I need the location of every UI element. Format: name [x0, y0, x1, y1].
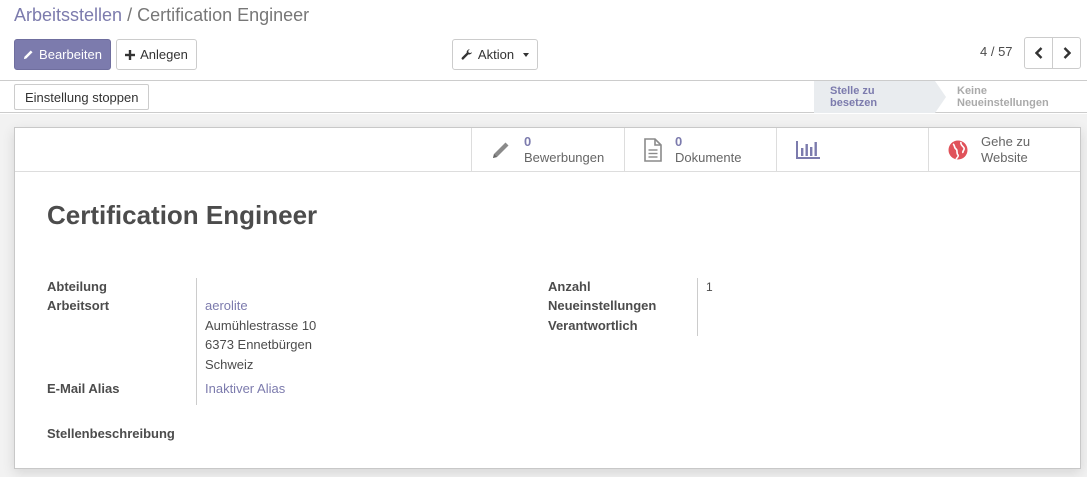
applications-label: Bewerbungen	[524, 150, 605, 165]
go-to-website-smart-button[interactable]: Gehe zu Website	[928, 128, 1081, 172]
globe-icon	[947, 139, 969, 161]
hires-label-line1: Anzahl	[548, 279, 591, 294]
edit-button-label: Bearbeiten	[39, 47, 102, 62]
documents-smart-button[interactable]: 0 Dokumente	[624, 128, 777, 172]
left-group-separator	[196, 278, 197, 405]
stop-recruiting-button[interactable]: Einstellung stoppen	[14, 84, 150, 110]
pencil-icon	[23, 49, 34, 60]
stage-no-recruitment[interactable]: Keine Neueinstellungen	[935, 81, 1087, 113]
location-label: Arbeitsort	[47, 298, 110, 313]
status-bar: Stelle zu besetzen Keine Neueinstellunge…	[814, 81, 1087, 113]
applications-count: 0	[524, 134, 532, 149]
email-alias-label: E-Mail Alias	[47, 381, 120, 396]
address-line-1: Aumühlestrasse 10	[205, 318, 317, 333]
pager-next-button[interactable]	[1052, 37, 1081, 69]
address-line-2: 6373 Ennetbürgen	[205, 337, 312, 352]
pager-previous-button[interactable]	[1024, 37, 1053, 69]
go-to-website-line1: Gehe zu	[981, 134, 1031, 149]
email-alias-link[interactable]: Inaktiver Alias	[205, 379, 285, 399]
breadcrumb-current: Certification Engineer	[137, 5, 310, 25]
breadcrumb-parent-link[interactable]: Arbeitsstellen	[14, 5, 122, 25]
edit-button[interactable]: Bearbeiten	[14, 39, 111, 70]
go-to-website-line2: Website	[981, 150, 1028, 165]
create-button-label: Anlegen	[140, 47, 188, 62]
form-header: Einstellung stoppen Stelle zu besetzen K…	[0, 81, 1087, 113]
button-box: 0 Bewerbungen 0 Dokumente Gehe zu Websit…	[15, 128, 1080, 172]
right-group-separator	[697, 278, 698, 336]
plus-icon	[125, 49, 136, 60]
pencil-icon	[490, 139, 512, 161]
hires-label-line2: Neueinstellungen	[548, 298, 657, 313]
bar-chart-icon	[795, 139, 821, 161]
caret-down-icon	[523, 52, 530, 57]
chevron-right-icon	[1063, 47, 1071, 59]
chevron-left-icon	[1034, 47, 1043, 59]
address-line-3: Schweiz	[205, 357, 254, 372]
document-icon	[643, 138, 663, 162]
job-description-label: Stellenbeschreibung	[47, 426, 175, 441]
location-link[interactable]: aerolite	[205, 296, 248, 316]
form-sheet: 0 Bewerbungen 0 Dokumente Gehe zu Websit…	[14, 127, 1081, 469]
documents-count: 0	[675, 134, 683, 149]
breadcrumb-separator: /	[127, 5, 133, 25]
responsible-label: Verantwortlich	[548, 318, 638, 333]
breadcrumb: Arbeitsstellen / Certification Engineer	[14, 5, 309, 26]
stage-open[interactable]: Stelle zu besetzen	[814, 81, 946, 113]
hires-value: 1	[706, 280, 713, 294]
control-panel: Arbeitsstellen / Certification Engineer Be…	[0, 0, 1087, 81]
job-title: Certification Engineer	[47, 200, 318, 230]
action-dropdown-button[interactable]: Aktion	[452, 39, 538, 70]
documents-label: Dokumente	[675, 150, 742, 165]
action-button-label: Aktion	[477, 47, 515, 62]
wrench-icon	[461, 48, 473, 61]
applications-smart-button[interactable]: 0 Bewerbungen	[471, 128, 624, 172]
report-smart-button[interactable]	[776, 128, 929, 172]
pager-value: 4 / 57	[980, 44, 1013, 59]
department-label: Abteilung	[47, 279, 107, 294]
create-button[interactable]: Anlegen	[116, 39, 197, 70]
